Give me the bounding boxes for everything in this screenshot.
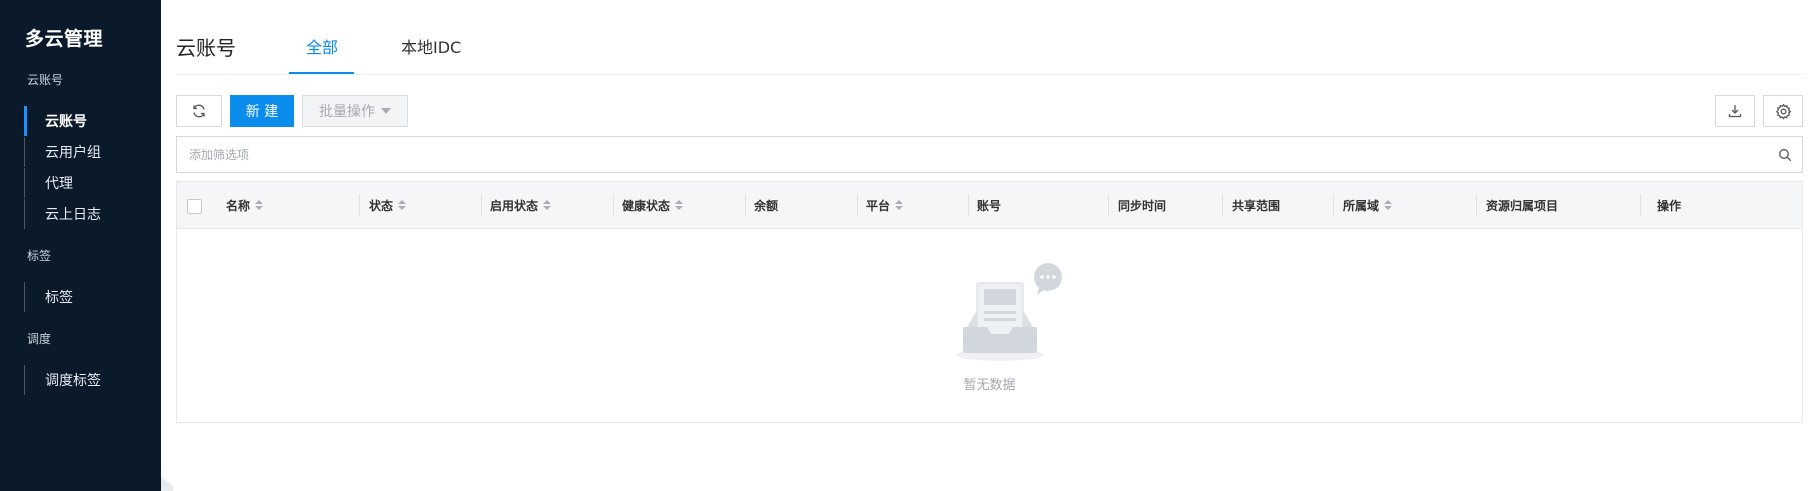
sort-icon[interactable]: [255, 200, 264, 211]
sidebar-group-scheduling: 调度: [27, 332, 52, 346]
sidebar-group-tags: 标签: [27, 249, 52, 263]
column-header-balance[interactable]: 余额: [754, 182, 778, 229]
column-divider: [1476, 194, 1477, 217]
column-label: 平台: [866, 199, 891, 213]
batch-actions-dropdown[interactable]: 批量操作: [302, 95, 408, 127]
column-divider: [613, 194, 614, 217]
column-header-account[interactable]: 账号: [977, 182, 1001, 229]
column-header-name[interactable]: 名称: [226, 182, 264, 229]
download-icon: [1727, 103, 1743, 119]
column-header-share-scope[interactable]: 共享范围: [1232, 182, 1280, 229]
batch-actions-label: 批量操作: [319, 104, 375, 120]
sidebar-item-tags[interactable]: 标签: [24, 282, 144, 312]
column-label: 账号: [977, 199, 1002, 213]
sidebar-group-cloud-account: 云账号: [27, 73, 64, 87]
tab-local-idc[interactable]: 本地IDC: [401, 34, 461, 58]
column-label: 资源归属项目: [1486, 199, 1559, 213]
sidebar: 多云管理 云账号 云账号 云用户组 代理 云上日志 标签 标签 调度 调度标签: [0, 0, 161, 491]
sort-icon[interactable]: [675, 200, 684, 211]
tab-all[interactable]: 全部: [306, 34, 338, 58]
empty-state: 暂无数据: [177, 229, 1802, 422]
sort-icon[interactable]: [543, 200, 552, 211]
empty-inbox-icon: [956, 259, 1067, 373]
column-divider: [359, 194, 360, 217]
column-divider: [745, 194, 746, 217]
column-label: 所属域: [1343, 199, 1380, 213]
column-divider: [968, 194, 969, 217]
column-divider: [1222, 194, 1223, 217]
column-header-actions: 操作: [1657, 182, 1681, 229]
sidebar-item-cloud-log[interactable]: 云上日志: [24, 199, 144, 229]
sort-icon[interactable]: [895, 200, 904, 211]
main-content: 云账号 全部 本地IDC 新 建 批量操作 添加筛选项 名称 状态 启用状态 健…: [161, 0, 1817, 491]
column-header-sync-time[interactable]: 同步时间: [1118, 182, 1166, 229]
sort-icon[interactable]: [1384, 200, 1393, 211]
app: 多云管理 云账号 云账号 云用户组 代理 云上日志 标签 标签 调度 调度标签 …: [0, 0, 1817, 491]
column-divider: [481, 194, 482, 217]
settings-button[interactable]: [1763, 95, 1803, 127]
column-divider: [857, 194, 858, 217]
column-divider: [1108, 194, 1109, 217]
sidebar-item-cloud-account[interactable]: 云账号: [24, 106, 144, 136]
tabs-divider: [176, 74, 1803, 75]
column-divider: [1333, 194, 1334, 217]
table-header: 名称 状态 启用状态 健康状态 余额 平台 账号 同步时间 共享范围 所属域 资…: [177, 182, 1802, 229]
column-header-status[interactable]: 状态: [369, 182, 407, 229]
column-label: 启用状态: [490, 199, 539, 213]
filter-placeholder: 添加筛选项: [189, 148, 250, 162]
download-button[interactable]: [1715, 95, 1755, 127]
column-label: 健康状态: [622, 199, 671, 213]
column-label: 同步时间: [1118, 199, 1167, 213]
column-header-health-status[interactable]: 健康状态: [622, 182, 684, 229]
column-divider: [1640, 194, 1641, 217]
empty-state-text: 暂无数据: [963, 378, 1016, 393]
gear-icon: [1775, 103, 1792, 120]
column-header-project[interactable]: 资源归属项目: [1486, 182, 1558, 229]
sort-icon[interactable]: [398, 200, 407, 211]
column-label: 共享范围: [1232, 199, 1281, 213]
new-button[interactable]: 新 建: [230, 95, 294, 127]
column-header-domain[interactable]: 所属域: [1343, 182, 1393, 229]
refresh-button[interactable]: [176, 95, 222, 127]
accounts-table: 名称 状态 启用状态 健康状态 余额 平台 账号 同步时间 共享范围 所属域 资…: [176, 181, 1803, 423]
sidebar-item-proxy[interactable]: 代理: [24, 168, 144, 198]
sidebar-item-scheduling-tags[interactable]: 调度标签: [24, 365, 144, 395]
search-icon[interactable]: [1778, 148, 1792, 165]
column-label: 余额: [754, 199, 779, 213]
sidebar-item-cloud-user-group[interactable]: 云用户组: [24, 137, 144, 167]
column-label: 操作: [1657, 199, 1682, 213]
filter-input[interactable]: 添加筛选项: [176, 136, 1803, 173]
select-all-checkbox[interactable]: [187, 199, 202, 214]
refresh-icon: [191, 103, 207, 119]
caret-down-icon: [381, 108, 391, 114]
column-header-enabled-status[interactable]: 启用状态: [490, 182, 552, 229]
column-header-platform[interactable]: 平台: [866, 182, 904, 229]
sidebar-title: 多云管理: [25, 28, 104, 50]
column-label: 名称: [226, 199, 251, 213]
page-title: 云账号: [176, 36, 236, 60]
column-label: 状态: [369, 199, 394, 213]
